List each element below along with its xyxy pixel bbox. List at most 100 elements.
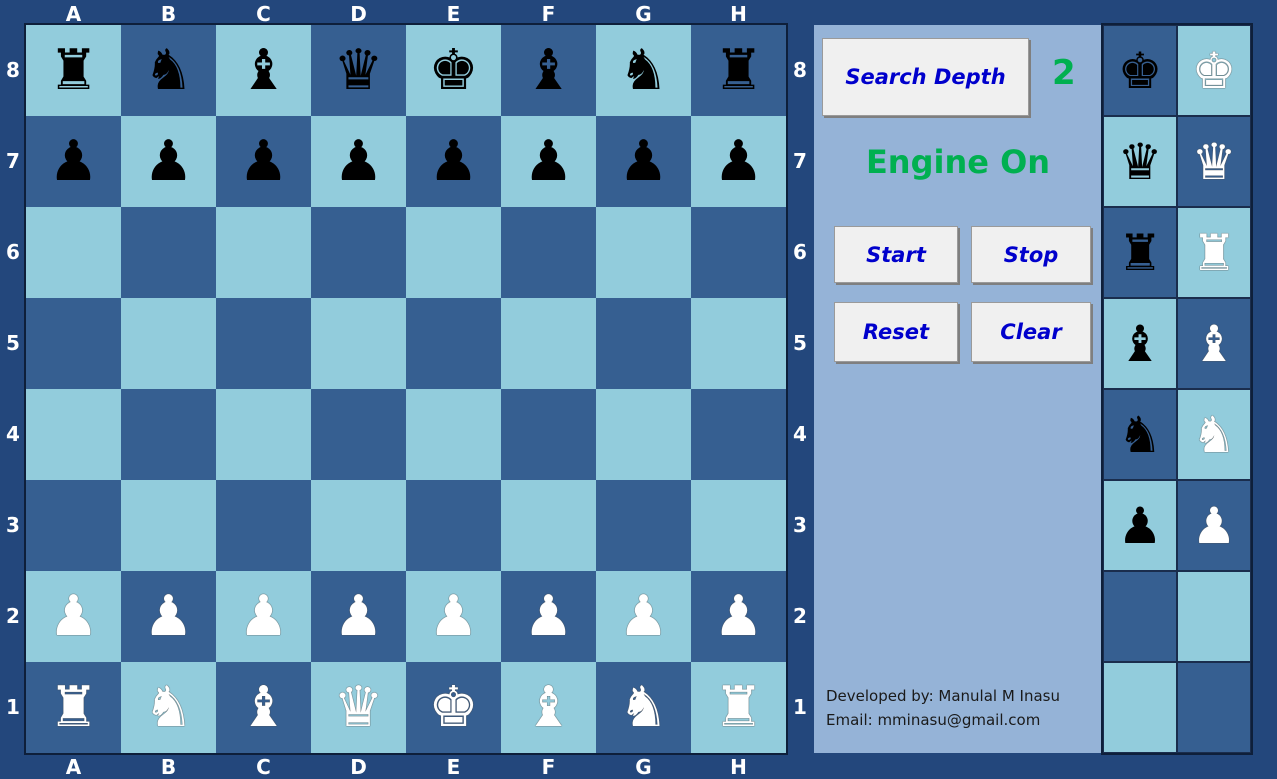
square-a2[interactable]: ♟	[26, 571, 121, 662]
square-h7[interactable]: ♟	[691, 116, 786, 207]
black-pawn-icon[interactable]: ♟	[713, 133, 763, 190]
black-bishop-icon[interactable]: ♝	[238, 42, 288, 99]
palette-slot[interactable]	[1103, 662, 1177, 753]
square-g1[interactable]: ♞	[596, 662, 691, 753]
black-bishop-icon[interactable]: ♝	[523, 42, 573, 99]
palette-slot[interactable]: ♞	[1177, 389, 1251, 480]
square-b8[interactable]: ♞	[121, 25, 216, 116]
palette-slot[interactable]: ♝	[1103, 298, 1177, 389]
palette-slot[interactable]: ♚	[1103, 25, 1177, 116]
white-knight-icon[interactable]: ♞	[143, 679, 193, 736]
square-e5[interactable]	[406, 298, 501, 389]
palette-slot[interactable]	[1177, 662, 1251, 753]
square-e4[interactable]	[406, 389, 501, 480]
square-e3[interactable]	[406, 480, 501, 571]
stop-button[interactable]: Stop	[971, 226, 1091, 283]
white-rook-icon[interactable]: ♜	[48, 679, 98, 736]
palette-slot[interactable]: ♞	[1103, 389, 1177, 480]
square-h3[interactable]	[691, 480, 786, 571]
square-c5[interactable]	[216, 298, 311, 389]
palette-slot[interactable]	[1103, 571, 1177, 662]
white-bishop-icon[interactable]: ♝	[523, 679, 573, 736]
square-f6[interactable]	[501, 207, 596, 298]
square-d4[interactable]	[311, 389, 406, 480]
square-g6[interactable]	[596, 207, 691, 298]
square-e2[interactable]: ♟	[406, 571, 501, 662]
square-c6[interactable]	[216, 207, 311, 298]
white-rook-icon[interactable]: ♜	[713, 679, 763, 736]
black-rook-icon[interactable]: ♜	[713, 42, 763, 99]
palette-black-knight-icon[interactable]: ♞	[1118, 410, 1163, 460]
reset-button[interactable]: Reset	[834, 302, 958, 362]
palette-slot[interactable]: ♟	[1103, 480, 1177, 571]
black-king-icon[interactable]: ♚	[428, 42, 478, 99]
square-b1[interactable]: ♞	[121, 662, 216, 753]
square-a5[interactable]	[26, 298, 121, 389]
start-button[interactable]: Start	[834, 226, 958, 283]
palette-black-pawn-icon[interactable]: ♟	[1118, 501, 1163, 551]
palette-slot[interactable]: ♜	[1103, 207, 1177, 298]
square-b4[interactable]	[121, 389, 216, 480]
square-e1[interactable]: ♚	[406, 662, 501, 753]
palette-slot[interactable]: ♝	[1177, 298, 1251, 389]
white-king-icon[interactable]: ♚	[428, 679, 478, 736]
square-f2[interactable]: ♟	[501, 571, 596, 662]
square-d7[interactable]: ♟	[311, 116, 406, 207]
square-d8[interactable]: ♛	[311, 25, 406, 116]
white-pawn-icon[interactable]: ♟	[618, 588, 668, 645]
square-a8[interactable]: ♜	[26, 25, 121, 116]
square-d6[interactable]	[311, 207, 406, 298]
palette-white-pawn-icon[interactable]: ♟	[1192, 501, 1237, 551]
square-b6[interactable]	[121, 207, 216, 298]
palette-black-rook-icon[interactable]: ♜	[1118, 228, 1163, 278]
black-pawn-icon[interactable]: ♟	[523, 133, 573, 190]
square-h8[interactable]: ♜	[691, 25, 786, 116]
square-c8[interactable]: ♝	[216, 25, 311, 116]
white-bishop-icon[interactable]: ♝	[238, 679, 288, 736]
white-knight-icon[interactable]: ♞	[618, 679, 668, 736]
black-pawn-icon[interactable]: ♟	[618, 133, 668, 190]
white-queen-icon[interactable]: ♛	[333, 679, 383, 736]
square-a3[interactable]	[26, 480, 121, 571]
palette-black-bishop-icon[interactable]: ♝	[1118, 319, 1163, 369]
palette-white-king-icon[interactable]: ♚	[1192, 46, 1237, 96]
square-h6[interactable]	[691, 207, 786, 298]
square-f5[interactable]	[501, 298, 596, 389]
square-c3[interactable]	[216, 480, 311, 571]
square-a1[interactable]: ♜	[26, 662, 121, 753]
palette-white-knight-icon[interactable]: ♞	[1192, 410, 1237, 460]
palette-slot[interactable]: ♛	[1177, 116, 1251, 207]
black-rook-icon[interactable]: ♜	[48, 42, 98, 99]
square-f1[interactable]: ♝	[501, 662, 596, 753]
square-f4[interactable]	[501, 389, 596, 480]
white-pawn-icon[interactable]: ♟	[713, 588, 763, 645]
white-pawn-icon[interactable]: ♟	[48, 588, 98, 645]
square-d5[interactable]	[311, 298, 406, 389]
palette-black-king-icon[interactable]: ♚	[1118, 46, 1163, 96]
square-c2[interactable]: ♟	[216, 571, 311, 662]
black-knight-icon[interactable]: ♞	[618, 42, 668, 99]
palette-white-queen-icon[interactable]: ♛	[1192, 137, 1237, 187]
square-g5[interactable]	[596, 298, 691, 389]
square-e8[interactable]: ♚	[406, 25, 501, 116]
black-queen-icon[interactable]: ♛	[333, 42, 383, 99]
black-pawn-icon[interactable]: ♟	[143, 133, 193, 190]
square-c1[interactable]: ♝	[216, 662, 311, 753]
white-pawn-icon[interactable]: ♟	[238, 588, 288, 645]
palette-slot[interactable]: ♛	[1103, 116, 1177, 207]
palette-slot[interactable]: ♟	[1177, 480, 1251, 571]
black-pawn-icon[interactable]: ♟	[238, 133, 288, 190]
square-a7[interactable]: ♟	[26, 116, 121, 207]
square-g8[interactable]: ♞	[596, 25, 691, 116]
square-e6[interactable]	[406, 207, 501, 298]
square-c4[interactable]	[216, 389, 311, 480]
white-pawn-icon[interactable]: ♟	[428, 588, 478, 645]
white-pawn-icon[interactable]: ♟	[143, 588, 193, 645]
square-h1[interactable]: ♜	[691, 662, 786, 753]
palette-black-queen-icon[interactable]: ♛	[1118, 137, 1163, 187]
palette-slot[interactable]: ♚	[1177, 25, 1251, 116]
palette-white-rook-icon[interactable]: ♜	[1192, 228, 1237, 278]
square-d2[interactable]: ♟	[311, 571, 406, 662]
palette-slot[interactable]: ♜	[1177, 207, 1251, 298]
square-h4[interactable]	[691, 389, 786, 480]
